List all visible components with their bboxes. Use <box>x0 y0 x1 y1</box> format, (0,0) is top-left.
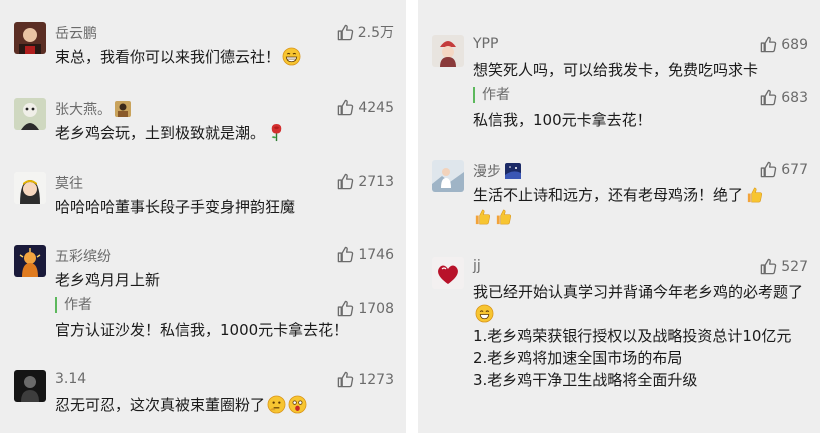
comment-text-content: 生活不止诗和远方，还有老母鸡汤！绝了 <box>473 186 744 204</box>
comment-author[interactable]: 3.14 <box>55 371 86 387</box>
like-count: 683 <box>781 89 808 106</box>
like-button[interactable]: 1273 <box>336 370 394 389</box>
comment-author[interactable]: 莫往 <box>55 173 83 193</box>
like-button[interactable]: 1746 <box>336 245 394 264</box>
avatar[interactable] <box>14 172 46 204</box>
like-count: 677 <box>781 161 808 178</box>
thumbs-up-emoji <box>747 187 763 203</box>
comment-text-content: 老乡鸡月月上新 <box>55 271 161 289</box>
like-button[interactable]: 2.5万 <box>336 22 394 42</box>
comment-text-line: 1.老乡鸡荣获银行授权以及战略投资总计10亿元 <box>473 327 792 345</box>
comment-author[interactable]: 岳云鹏 <box>55 23 97 43</box>
night-sky-badge-icon <box>505 163 521 179</box>
reply-text: 官方认证沙发！私信我，1000元卡拿去花！ <box>55 321 349 339</box>
thumbs-up-icon <box>759 257 778 276</box>
like-button[interactable]: 689 <box>759 35 808 54</box>
thumbs-up-icon <box>336 172 355 191</box>
reply-author[interactable]: 作者 <box>473 87 806 103</box>
laughing-face-emoji <box>475 304 494 323</box>
thumbs-up-emoji <box>496 209 512 225</box>
author-reply: 作者 私信我，100元卡拿去花！ <box>473 87 806 131</box>
thumbs-up-emoji <box>475 209 491 225</box>
shocked-face-emoji <box>288 395 307 414</box>
comment-text-content: 想笑死人吗，可以给我发卡，免费吃吗求卡 <box>473 61 759 79</box>
reply-like-button[interactable]: 683 <box>759 88 808 107</box>
comment-text-content: 束总，我看你可以来我们德云社！ <box>55 48 281 66</box>
thumbs-up-icon <box>336 370 355 389</box>
thumbs-up-icon <box>336 23 355 42</box>
grinning-face-emoji <box>282 47 301 66</box>
like-count: 689 <box>781 36 808 53</box>
comment-text: 哈哈哈哈董事长段子手变身押韵狂魔 <box>55 196 392 218</box>
comment-text: 我已经开始认真学习并背诵今年老乡鸡的必考题了 1.老乡鸡荣获银行授权以及战略投资… <box>473 281 806 391</box>
thinking-face-emoji <box>267 395 286 414</box>
like-button[interactable]: 4245 <box>336 98 394 117</box>
avatar[interactable] <box>432 35 464 67</box>
comment-text-line: 2.老乡鸡将加速全国市场的布局 <box>473 349 683 367</box>
like-button[interactable]: 2713 <box>336 172 394 191</box>
comment-author[interactable]: 漫步 <box>473 161 521 181</box>
right-comment-panel: YPP 689 想笑死人吗，可以给我发卡，免费吃吗求卡 作者 私信我，100元卡… <box>418 0 820 433</box>
like-count: 1273 <box>358 371 394 388</box>
avatar[interactable] <box>14 22 46 54</box>
comment-text: 束总，我看你可以来我们德云社！ <box>55 46 392 68</box>
comment-author[interactable]: 五彩缤纷 <box>55 246 111 266</box>
thumbs-up-icon <box>759 88 778 107</box>
comment-author[interactable]: YPP <box>473 36 498 52</box>
like-count: 1746 <box>358 246 394 263</box>
thumbs-up-icon <box>336 245 355 264</box>
left-comment-panel: 岳云鹏 2.5万 束总，我看你可以来我们德云社！ 张大燕。 4245 老乡鸡会玩… <box>0 0 406 433</box>
comment-text-content: 忍无可忍，这次真被束董圈粉了 <box>55 396 266 414</box>
comment-text: 老乡鸡月月上新 <box>55 269 392 291</box>
comment-text-line: 我已经开始认真学习并背诵今年老乡鸡的必考题了 <box>473 281 806 325</box>
comment-text: 忍无可忍，这次真被束董圈粉了 <box>55 394 392 416</box>
rose-emoji <box>271 123 282 142</box>
reply-text: 私信我，100元卡拿去花！ <box>473 111 652 129</box>
thumbs-up-icon <box>336 98 355 117</box>
comment-author[interactable]: 张大燕。 <box>55 99 131 119</box>
comment-text: 老乡鸡会玩，土到极致就是潮。 <box>55 122 392 144</box>
comment-author-name: 张大燕。 <box>55 102 111 118</box>
avatar[interactable] <box>14 370 46 402</box>
comment-text: 想笑死人吗，可以给我发卡，免费吃吗求卡 <box>473 59 806 81</box>
user-badge-icon <box>115 101 131 117</box>
like-count: 4245 <box>358 99 394 116</box>
comment-text-content: 哈哈哈哈董事长段子手变身押韵狂魔 <box>55 198 296 216</box>
avatar[interactable] <box>14 245 46 277</box>
avatar[interactable] <box>432 257 464 289</box>
comment-text: 生活不止诗和远方，还有老母鸡汤！绝了 <box>473 184 806 228</box>
reply-like-button[interactable]: 1708 <box>336 299 394 318</box>
comment-text-content: 老乡鸡会玩，土到极致就是潮。 <box>55 124 266 142</box>
thumbs-up-icon <box>759 160 778 179</box>
avatar[interactable] <box>14 98 46 130</box>
comment-author-name: 漫步 <box>473 164 501 180</box>
comment-text-line: 3.老乡鸡干净卫生战略将全面升级 <box>473 371 698 389</box>
like-button[interactable]: 527 <box>759 257 808 276</box>
avatar[interactable] <box>432 160 464 192</box>
thumbs-up-icon <box>336 299 355 318</box>
like-count: 527 <box>781 258 808 275</box>
like-count: 2.5万 <box>357 25 394 41</box>
like-count: 2713 <box>358 173 394 190</box>
comment-text-content: 我已经开始认真学习并背诵今年老乡鸡的必考题了 <box>473 283 804 301</box>
comment-author[interactable]: jj <box>473 258 481 274</box>
like-count: 1708 <box>358 300 394 317</box>
thumbs-up-icon <box>759 35 778 54</box>
like-button[interactable]: 677 <box>759 160 808 179</box>
